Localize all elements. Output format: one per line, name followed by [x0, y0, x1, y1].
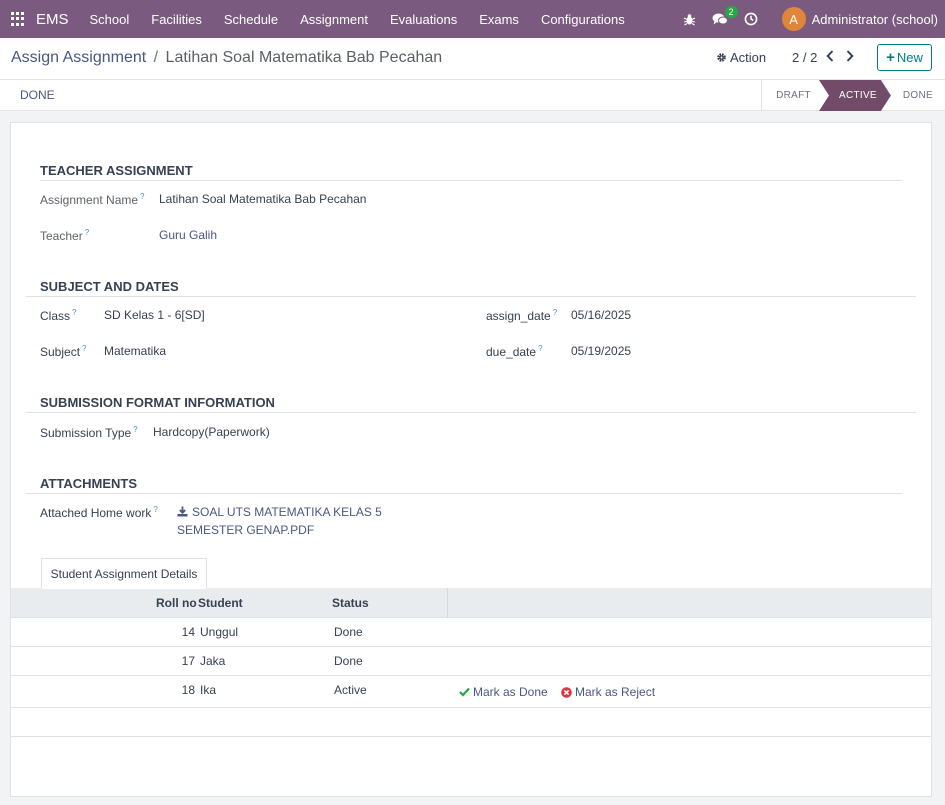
subject-value[interactable]: Matematika [104, 344, 166, 358]
download-icon [177, 506, 188, 517]
due-date-value[interactable]: 05/19/2025 [571, 344, 631, 358]
clock-icon[interactable] [744, 12, 758, 26]
form-sheet: TEACHER ASSIGNMENT Assignment Name? Lati… [10, 122, 932, 797]
class-label: Class? [40, 308, 77, 323]
breadcrumb-parent[interactable]: Assign Assignment [11, 49, 146, 66]
column-divider [447, 588, 448, 618]
student-cell: Unggul [200, 625, 239, 639]
chevron-left-icon[interactable] [826, 50, 834, 65]
help-icon: ? [84, 228, 90, 237]
attachment-link[interactable]: SOAL UTS MATEMATIKA KELAS 5 SEMESTER GEN… [177, 503, 437, 539]
subject-dates-heading: SUBJECT AND DATES [40, 279, 179, 294]
action-label: Action [730, 50, 767, 65]
table-row[interactable]: 18 Ika Active Mark as Done Mark as Rejec… [11, 676, 931, 708]
menu-schedule[interactable]: Schedule [213, 12, 289, 27]
table-row[interactable]: 17 Jaka Done [11, 647, 931, 676]
assignment-name-label: Assignment Name? [40, 192, 145, 207]
tab-student-assignment-details[interactable]: Student Assignment Details [41, 558, 207, 589]
done-button[interactable]: DONE [20, 88, 55, 102]
control-panel: Assign Assignment / Latihan Soal Matemat… [0, 38, 945, 80]
apps-grid-icon[interactable] [11, 12, 25, 26]
breadcrumb-separator: / [153, 49, 159, 66]
help-icon: ? [72, 308, 77, 317]
student-assignment-table: Roll no Student Status 14 Unggul Done 17… [11, 588, 931, 737]
attached-homework-label: Attached Home work? [40, 505, 158, 520]
status-bar: DONE DRAFT ACTIVE DONE [0, 80, 945, 111]
mark-as-reject-button[interactable]: Mark as Reject [561, 685, 655, 699]
section-divider [40, 180, 902, 181]
col-status[interactable]: Status [332, 596, 369, 610]
help-icon: ? [133, 425, 138, 434]
chat-count-badge: 2 [724, 5, 738, 18]
col-roll-no[interactable]: Roll no [156, 596, 197, 610]
plus-icon: + [886, 49, 895, 66]
menu-evaluations[interactable]: Evaluations [379, 12, 468, 27]
attachment-filename: SOAL UTS MATEMATIKA KELAS 5 SEMESTER GEN… [177, 505, 382, 537]
status-cell: Done [334, 654, 363, 668]
teacher-value[interactable]: Guru Galih [159, 228, 217, 242]
brand-name[interactable]: EMS [36, 11, 69, 28]
gear-icon [717, 53, 726, 62]
stage-pipeline: DRAFT ACTIVE DONE [761, 80, 945, 111]
breadcrumb-current: Latihan Soal Matematika Bab Pecahan [165, 49, 443, 66]
empty-row [11, 708, 931, 737]
help-icon: ? [552, 308, 558, 317]
help-icon: ? [153, 505, 158, 514]
top-navbar: EMS School Facilities Schedule Assignmen… [0, 0, 945, 38]
teacher-assignment-heading: TEACHER ASSIGNMENT [40, 163, 193, 178]
stage-done[interactable]: DONE [891, 80, 945, 111]
section-divider [26, 412, 916, 413]
help-icon: ? [140, 192, 145, 201]
bug-icon[interactable] [683, 13, 696, 26]
menu-facilities[interactable]: Facilities [140, 12, 213, 27]
menu-exams[interactable]: Exams [468, 12, 530, 27]
assign-date-value[interactable]: 05/16/2025 [571, 308, 631, 322]
menu-assignment[interactable]: Assignment [289, 12, 379, 27]
action-button[interactable]: Action [716, 50, 766, 65]
student-cell: Ika [200, 683, 217, 697]
submission-type-value[interactable]: Hardcopy(Paperwork) [153, 425, 270, 439]
col-student[interactable]: Student [198, 596, 243, 610]
times-circle-icon [561, 686, 572, 698]
stage-draft[interactable]: DRAFT [762, 80, 823, 111]
new-label: New [896, 50, 923, 65]
assignment-name-value[interactable]: Latihan Soal Matematika Bab Pecahan [159, 192, 366, 206]
status-cell: Done [334, 625, 363, 639]
menu-school[interactable]: School [79, 12, 141, 27]
teacher-label: Teacher? [40, 228, 90, 243]
submission-format-heading: SUBMISSION FORMAT INFORMATION [40, 395, 275, 410]
table-row[interactable]: 14 Unggul Done [11, 618, 931, 647]
stage-active[interactable]: ACTIVE [819, 80, 891, 111]
table-header: Roll no Student Status [11, 588, 931, 618]
subject-label: Subject? [40, 344, 87, 359]
roll-cell: 18 [181, 683, 195, 697]
pager-value[interactable]: 2 / 2 [792, 50, 817, 65]
roll-cell: 17 [181, 654, 195, 668]
menu-configurations[interactable]: Configurations [530, 12, 636, 27]
mark-as-done-button[interactable]: Mark as Done [459, 685, 548, 699]
breadcrumb: Assign Assignment / Latihan Soal Matemat… [11, 49, 442, 67]
section-divider [26, 493, 902, 494]
due-date-label: due_date? [486, 344, 543, 359]
submission-type-label: Submission Type? [40, 425, 138, 440]
chat-icon[interactable]: 2 [712, 5, 738, 26]
student-cell: Jaka [200, 654, 226, 668]
help-icon: ? [82, 344, 87, 353]
attachments-heading: ATTACHMENTS [40, 476, 138, 491]
mark-as-done-label: Mark as Done [473, 685, 548, 699]
roll-cell: 14 [181, 625, 195, 639]
help-icon: ? [538, 344, 543, 353]
chevron-right-icon[interactable] [846, 50, 854, 65]
new-button[interactable]: + New [877, 44, 932, 71]
status-cell: Active [334, 683, 367, 697]
section-divider [26, 296, 916, 297]
assign-date-label: assign_date? [486, 308, 558, 323]
check-icon [459, 687, 470, 697]
class-value[interactable]: SD Kelas 1 - 6[SD] [104, 308, 205, 322]
avatar[interactable]: A [781, 7, 806, 31]
user-name[interactable]: Administrator (school) [812, 12, 938, 27]
mark-as-reject-label: Mark as Reject [575, 685, 656, 699]
